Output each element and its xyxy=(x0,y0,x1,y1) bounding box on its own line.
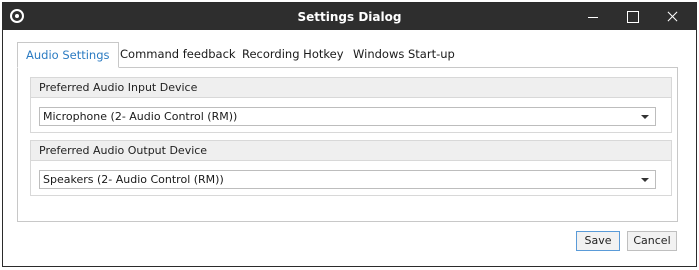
audio-settings-panel: Preferred Audio Input Device Microphone … xyxy=(17,67,678,222)
output-device-select[interactable]: Speakers (2- Audio Control (RM)) xyxy=(39,170,656,189)
cancel-button[interactable]: Cancel xyxy=(627,231,677,251)
chevron-down-icon[interactable] xyxy=(641,178,649,182)
minimize-icon[interactable] xyxy=(576,3,610,30)
maximize-icon[interactable] xyxy=(615,3,649,30)
input-device-header: Preferred Audio Input Device xyxy=(31,78,671,98)
tab-audio-settings[interactable]: Audio Settings xyxy=(17,42,119,68)
input-device-value: Microphone (2- Audio Control (RM)) xyxy=(43,110,238,123)
close-icon[interactable] xyxy=(655,3,689,30)
title-bar[interactable]: Settings Dialog xyxy=(3,3,696,30)
output-device-header: Preferred Audio Output Device xyxy=(31,141,671,161)
input-device-group: Preferred Audio Input Device Microphone … xyxy=(30,77,672,133)
save-button[interactable]: Save xyxy=(576,231,620,251)
tab-recording-hotkey[interactable]: Recording Hotkey xyxy=(236,42,350,68)
tab-command-feedback[interactable]: Command feedback xyxy=(114,42,242,68)
chevron-down-icon[interactable] xyxy=(641,115,649,119)
input-device-select[interactable]: Microphone (2- Audio Control (RM)) xyxy=(39,107,656,126)
tab-windows-startup[interactable]: Windows Start-up xyxy=(347,42,461,68)
output-device-group: Preferred Audio Output Device Speakers (… xyxy=(30,140,672,196)
output-device-value: Speakers (2- Audio Control (RM)) xyxy=(43,173,224,186)
